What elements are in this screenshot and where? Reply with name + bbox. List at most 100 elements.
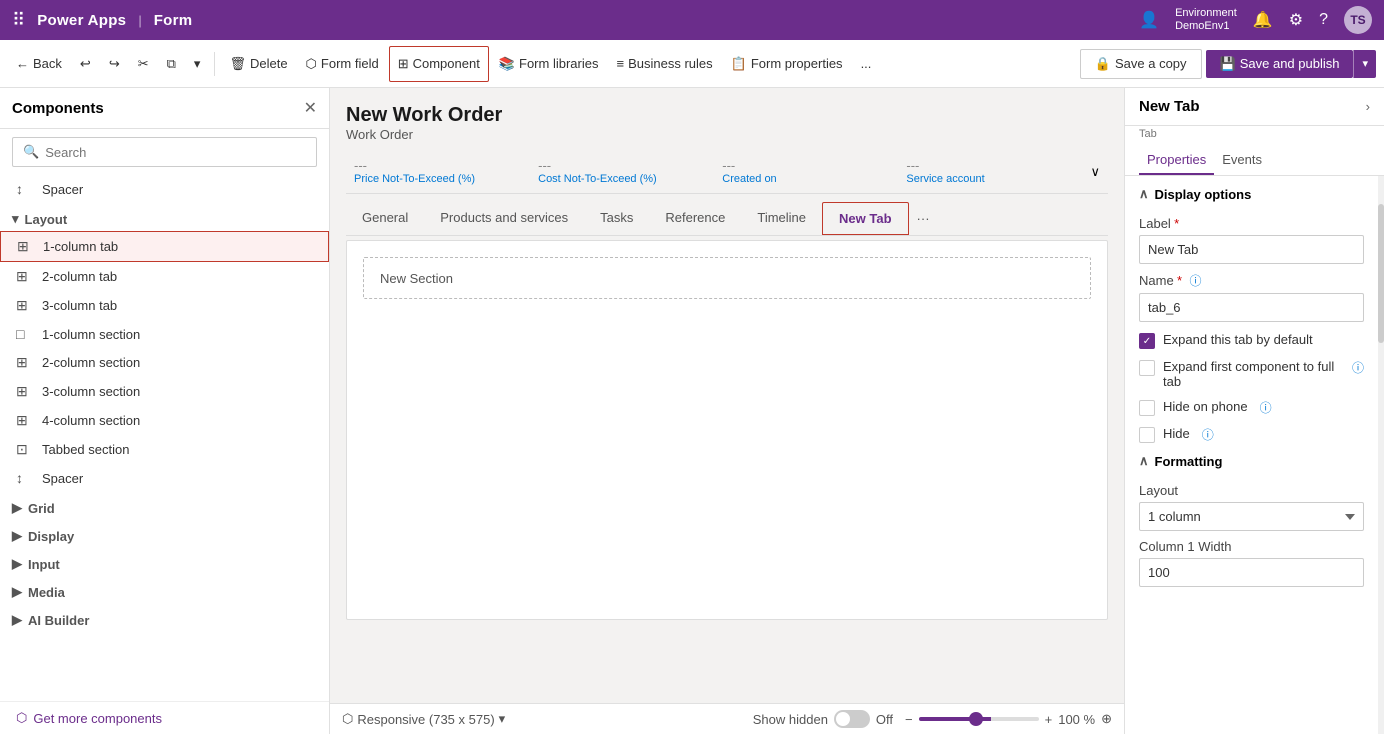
tab-properties[interactable]: Properties [1139,146,1214,175]
form-field-button[interactable]: ⬡ Form field [298,46,387,82]
hide-phone-checkbox[interactable] [1139,400,1155,416]
label-input[interactable] [1139,235,1364,264]
sidebar-item-spacer-top[interactable]: ↕ Spacer [0,175,329,203]
save-publish-button[interactable]: 💾 Save and publish [1206,50,1354,78]
settings-icon[interactable]: ⚙ [1289,10,1303,30]
component-button[interactable]: ⊞ Component [389,46,489,82]
get-more-components[interactable]: ⬡ Get more components [0,701,329,734]
zoom-minus[interactable]: − [905,712,913,727]
name-info-icon[interactable]: ⓘ [1189,274,1201,288]
name-input[interactable] [1139,293,1364,322]
spacer-label: Spacer [42,182,83,197]
scrollbar-thumb [1378,204,1384,344]
sidebar-close-button[interactable]: ✕ [304,98,317,118]
copy-button[interactable]: ⧉ [159,46,184,82]
3column-section-icon: ⊞ [16,383,34,400]
show-hidden-toggle[interactable] [834,710,870,728]
sidebar-section-ai[interactable]: ▶ AI Builder [0,604,329,632]
hide-phone-info-icon[interactable]: ⓘ [1260,399,1272,416]
header-field-created: --- Created on [714,154,898,189]
sidebar-item-3column-tab[interactable]: ⊞ 3-column tab [0,291,329,320]
form-libraries-icon: 📚 [499,56,515,72]
sidebar-section-display[interactable]: ▶ Display [0,520,329,548]
display-options-header[interactable]: ∧ Display options [1139,176,1364,208]
business-rules-button[interactable]: ≡ Business rules [608,46,720,82]
form-libraries-button[interactable]: 📚 Form libraries [491,46,607,82]
save-copy-icon: 🔒 [1095,56,1111,72]
expand-tab-checkbox[interactable]: ✓ [1139,333,1155,349]
save-copy-button[interactable]: 🔒 Save a copy [1080,49,1202,79]
tab-events[interactable]: Events [1214,146,1270,175]
sidebar-item-1column-tab[interactable]: ⊞ 1-column tab [0,231,329,262]
back-icon: ← [16,56,29,71]
responsive-icon: ⬡ [342,711,353,727]
sidebar-section-layout[interactable]: ▾ Layout [0,203,329,231]
tab-timeline[interactable]: Timeline [741,202,822,235]
hide-info-icon[interactable]: ⓘ [1202,426,1214,443]
header-field-cost: --- Cost Not-To-Exceed (%) [530,154,714,189]
name-field-label: Name * ⓘ [1139,272,1364,289]
zoom-plus[interactable]: + [1045,712,1053,727]
responsive-arrow: ▾ [499,711,506,727]
formatting-chevron: ∧ [1139,453,1149,469]
bell-icon[interactable]: 🔔 [1253,10,1273,30]
layout-collapse-icon: ▾ [12,211,19,227]
hide-checkbox[interactable] [1139,427,1155,443]
sidebar-section-media[interactable]: ▶ Media [0,576,329,604]
redo-button[interactable]: ↪ [101,46,128,82]
undo-button[interactable]: ↩ [72,46,99,82]
col1-width-input[interactable] [1139,558,1364,587]
zoom-slider[interactable] [919,717,1039,721]
expand-first-info-icon[interactable]: ⓘ [1352,359,1364,376]
expand-first-checkbox[interactable] [1139,360,1155,376]
sidebar-section-grid[interactable]: ▶ Grid [0,492,329,520]
display-options-chevron: ∧ [1139,186,1149,202]
main-layout: Components ✕ 🔍 ↕ Spacer ▾ Layout ⊞ 1-col… [0,88,1384,734]
formatting-header[interactable]: ∧ Formatting [1139,443,1364,475]
1column-tab-icon: ⊞ [17,238,35,255]
tab-more-button[interactable]: ··· [909,203,938,234]
new-section-box: New Section [363,257,1091,299]
sidebar-item-tabbed-section[interactable]: ⊡ Tabbed section [0,435,329,464]
sidebar-item-2column-tab[interactable]: ⊞ 2-column tab [0,262,329,291]
avatar[interactable]: TS [1344,6,1372,34]
top-bar: ⠿ Power Apps | Form 👤 Environment DemoEn… [0,0,1384,40]
more-toolbar-button[interactable]: ... [853,46,880,82]
grid-icon[interactable]: ⠿ [12,10,25,31]
right-panel-tabs: Properties Events [1125,146,1384,176]
back-button[interactable]: ← Back [8,46,70,82]
delete-button[interactable]: 🗑 Delete [221,46,295,82]
field-dots-4: --- [906,158,1074,173]
sidebar-item-2column-section[interactable]: ⊞ 2-column section [0,348,329,377]
more-undo-button[interactable]: ▾ [186,46,209,82]
search-input[interactable] [45,145,306,160]
sidebar-item-1column-section[interactable]: □ 1-column section [0,320,329,348]
zoom-target-icon[interactable]: ⊕ [1101,711,1112,727]
form-properties-button[interactable]: 📋 Form properties [723,46,851,82]
tab-reference[interactable]: Reference [649,202,741,235]
sidebar-item-spacer[interactable]: ↕ Spacer [0,464,329,492]
right-panel-chevron[interactable]: › [1366,99,1370,114]
tab-new-tab[interactable]: New Tab [822,202,909,235]
tab-tasks[interactable]: Tasks [584,202,649,235]
2column-tab-label: 2-column tab [42,269,117,284]
sidebar-section-input[interactable]: ▶ Input [0,548,329,576]
help-icon[interactable]: ? [1319,11,1328,29]
bottom-bar: ⬡ Responsive (735 x 575) ▾ Show hidden O… [330,703,1124,734]
sidebar-item-3column-section[interactable]: ⊞ 3-column section [0,377,329,406]
person-icon[interactable]: 👤 [1139,10,1159,30]
header-chevron[interactable]: ∨ [1083,160,1109,184]
toolbar-right: 🔒 Save a copy 💾 Save and publish ▾ [1080,49,1376,79]
cut-button[interactable]: ✂ [130,46,157,82]
sidebar-item-4column-section[interactable]: ⊞ 4-column section [0,406,329,435]
save-publish-dropdown[interactable]: ▾ [1353,50,1376,78]
delete-icon: 🗑 [229,56,246,72]
tab-general[interactable]: General [346,202,424,235]
header-field-service: --- Service account [898,154,1082,189]
responsive-dropdown[interactable]: ⬡ Responsive (735 x 575) ▾ [342,711,505,727]
layout-select[interactable]: 1 column 2 columns 3 columns [1139,502,1364,531]
toolbar-separator-1 [214,52,215,76]
1column-section-label: 1-column section [42,327,140,342]
tab-products-services[interactable]: Products and services [424,202,584,235]
toolbar: ← Back ↩ ↪ ✂ ⧉ ▾ 🗑 Delete ⬡ Form field ⊞… [0,40,1384,88]
